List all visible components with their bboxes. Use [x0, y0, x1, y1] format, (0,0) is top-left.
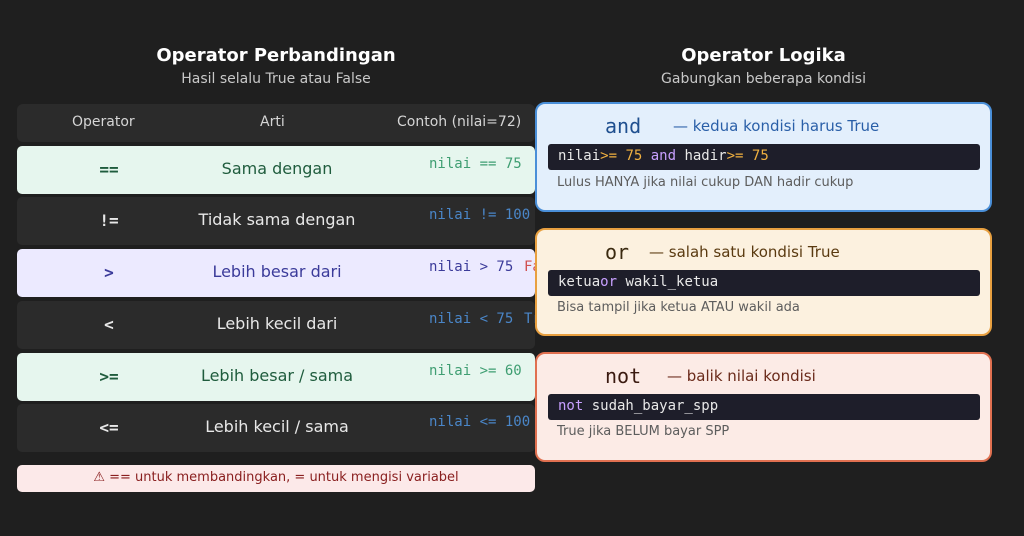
table-row: >=Lebih besar / samanilai >= 60True [17, 353, 535, 401]
operator-example: nilai != 100 [429, 207, 531, 223]
logic-keyword: not [605, 364, 642, 388]
logic-card-and: and — kedua kondisi harus True nilai>= 75 … [535, 102, 992, 212]
logic-description: — salah satu kondisi True [649, 243, 840, 261]
comparison-title: Operator Perbandingan [156, 45, 396, 66]
logic-subtitle: Gabungkan beberapa kondisi [661, 71, 866, 87]
logic-heading: Operator Logika Gabungkan beberapa kondi… [535, 45, 992, 87]
table-row: ==Sama dengannilai == 75False [17, 146, 535, 194]
operator-meaning: Lebih kecil dari [216, 314, 338, 333]
table-row: !=Tidak sama dengannilai != 100True [17, 197, 535, 245]
code-token: not [558, 398, 592, 414]
table-row: <Lebih kecil darinilai < 75True [17, 301, 535, 349]
example-result: False [524, 259, 535, 275]
header-operator: Operator [72, 114, 135, 130]
logic-keyword: or [605, 240, 630, 264]
code-token: and [650, 148, 685, 164]
header-arti: Arti [260, 114, 285, 130]
logic-note: True jika BELUM bayar SPP [557, 424, 730, 439]
operator-meaning: Lebih besar / sama [200, 366, 354, 385]
warning-note: ⚠ == untuk membandingkan, = untuk mengis… [17, 465, 535, 492]
logic-card-not: not — balik nilai kondisi not sudah_bayar_… [535, 352, 992, 462]
operator-meaning: Lebih besar dari [212, 262, 342, 281]
code-token: >= 75 [726, 148, 769, 164]
operator-meaning: Lebih kecil / sama [205, 417, 349, 436]
logic-note: Lulus HANYA jika nilai cukup DAN hadir c… [557, 175, 854, 190]
code-example: nilai>= 75 and hadir>= 75 [548, 144, 980, 170]
operator-example: nilai <= 100 [429, 414, 531, 430]
logic-keyword: and [605, 114, 642, 138]
logic-description: — kedua kondisi harus True [673, 117, 880, 135]
code-token: wakil_ketua [625, 274, 719, 290]
logic-title: Operator Logika [681, 45, 846, 66]
operator-example: nilai >= 60 [429, 363, 522, 379]
operator-example: nilai > 75 [429, 259, 514, 275]
logic-note: Bisa tampil jika ketua ATAU wakil ada [557, 300, 800, 315]
table-header: Operator Arti Contoh (nilai=72) [17, 104, 535, 142]
example-result: True [524, 311, 535, 327]
code-token: hadir [684, 148, 727, 164]
table-row: <=Lebih kecil / samanilai <= 100True [17, 404, 535, 452]
code-example: not sudah_bayar_spp [548, 394, 980, 420]
operator-example: nilai == 75 [429, 156, 522, 172]
comparison-subtitle: Hasil selalu True atau False [181, 71, 371, 87]
code-example: ketuaor wakil_ketua [548, 270, 980, 296]
comparison-heading: Operator Perbandingan Hasil selalu True … [17, 45, 535, 87]
code-token: sudah_bayar_spp [591, 398, 719, 414]
code-token: nilai [558, 148, 601, 164]
header-contoh: Contoh (nilai=72) [397, 114, 522, 130]
code-token: or [600, 274, 626, 290]
operator-meaning: Sama dengan [221, 159, 333, 178]
operator-example: nilai < 75 [429, 311, 514, 327]
code-token: ketua [558, 274, 601, 290]
operator-meaning: Tidak sama dengan [198, 210, 356, 229]
logic-description: — balik nilai kondisi [667, 367, 816, 385]
code-token: >= 75 [600, 148, 651, 164]
table-row: >Lebih besar darinilai > 75False [17, 249, 535, 297]
logic-card-or: or — salah satu kondisi True ketuaor wakil… [535, 228, 992, 336]
